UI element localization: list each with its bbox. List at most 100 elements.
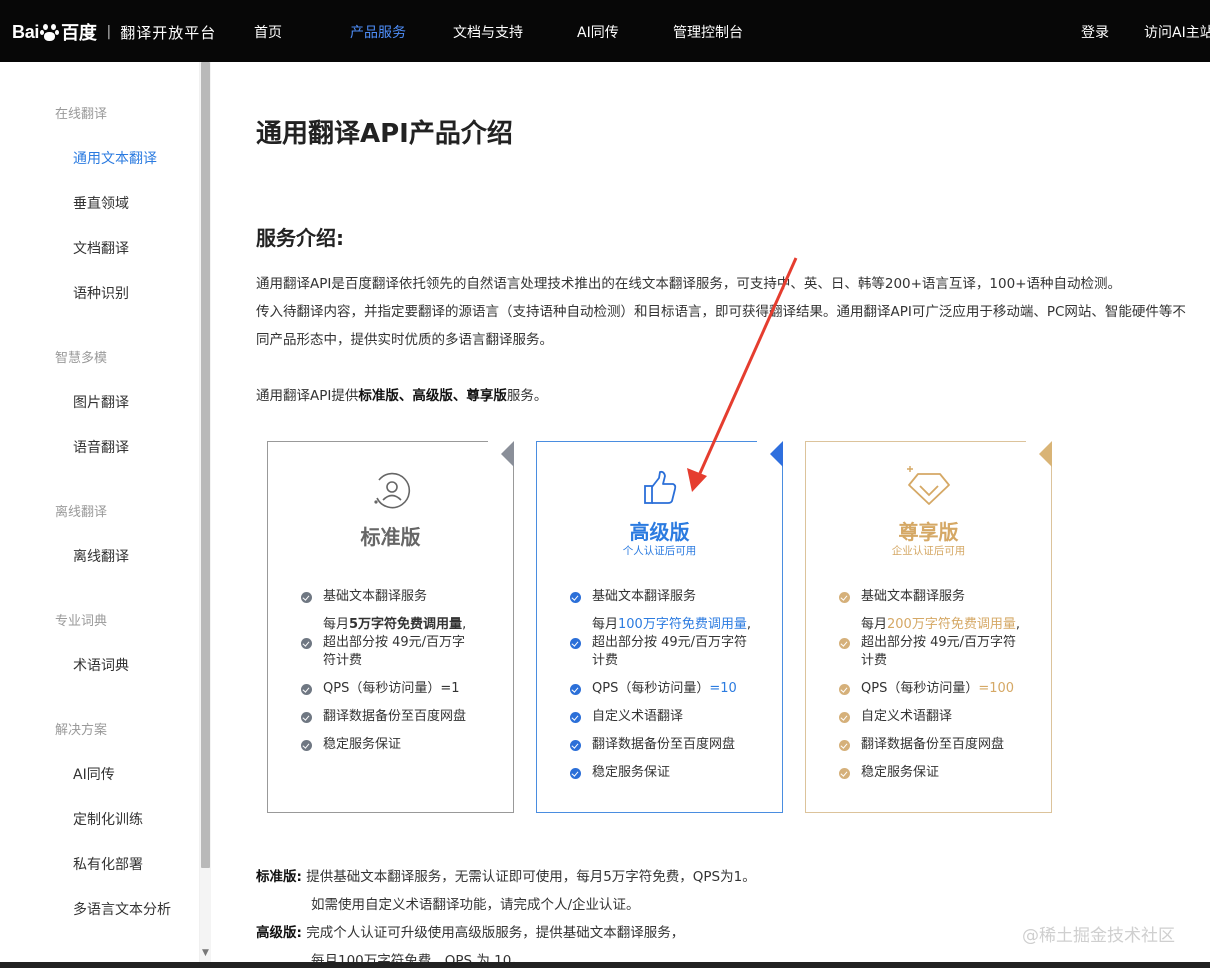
sidebar-group-dictionary: 专业词典	[55, 614, 108, 629]
feature-text: 稳定服务保证	[861, 765, 940, 780]
scroll-down-arrow-icon[interactable]: ▼	[200, 948, 211, 960]
page-title: 通用翻译API产品介绍	[256, 119, 513, 149]
card-corner-fold	[757, 441, 783, 467]
check-icon	[301, 740, 312, 751]
feature-text: 超出部分按 49元/百万字	[323, 635, 466, 650]
nav-home[interactable]: 首页	[254, 22, 282, 42]
check-icon	[570, 712, 581, 723]
standard-edition-card[interactable]: 标准版 基础文本翻译服务 每月5万字符免费调用量, 超出部分按 49元/百万字 符计…	[267, 441, 514, 813]
sidebar-item-image[interactable]: 图片翻译	[73, 392, 129, 412]
feature-item: 翻译数据备份至百度网盘	[836, 736, 1026, 754]
nav-docs[interactable]: 文档与支持	[453, 22, 523, 42]
feature-highlight: 200万字符免费调用量	[887, 617, 1016, 632]
advanced-edition-card[interactable]: 高级版 个人认证后可用 基础文本翻译服务 每月100万字符免费调用量, 超出部分按…	[536, 441, 783, 813]
feature-text: ,	[746, 617, 751, 632]
feature-item: 每月5万字符免费调用量, 超出部分按 49元/百万字 符计费	[298, 616, 488, 670]
window-bottom-edge	[0, 962, 1210, 968]
advanced-description: 高级版: 完成个人认证可升级使用高级版服务，提供基础文本翻译服务，	[256, 921, 684, 941]
brand[interactable]: Bai 百度 | 翻译开放平台	[12, 19, 216, 45]
check-icon	[301, 638, 312, 649]
feature-highlight: 100万字符免费调用量	[618, 617, 747, 632]
baidu-logo[interactable]: Bai 百度	[12, 19, 97, 45]
feature-text: 每月	[592, 617, 619, 632]
feature-text: 基础文本翻译服务	[323, 589, 428, 604]
nav-console[interactable]: 管理控制台	[673, 22, 743, 42]
card-subtitle: 企业认证后可用	[891, 545, 966, 557]
sidebar-item-private-deploy[interactable]: 私有化部署	[73, 854, 143, 874]
check-icon	[301, 684, 312, 695]
feature-text: 自定义术语翻译	[592, 709, 684, 724]
sidebar-item-language-detect[interactable]: 语种识别	[73, 283, 129, 303]
feature-item: 自定义术语翻译	[836, 708, 1026, 726]
feature-value: =100	[978, 681, 1015, 696]
check-icon	[839, 768, 850, 779]
feature-text: 每月	[861, 617, 888, 632]
intro-paragraph-1: 通用翻译API是百度翻译依托领先的自然语言处理技术推出的在线文本翻译服务，可支持…	[256, 276, 1122, 292]
feature-text: QPS（每秒访问量）	[861, 681, 979, 696]
intro-paragraph-2: 传入待翻译内容，并指定要翻译的源语言（支持语种自动检测）和目标语言，即可获得翻译…	[256, 304, 1186, 320]
sidebar-group-solutions: 解决方案	[55, 723, 108, 738]
check-icon	[839, 740, 850, 751]
sidebar-group-offline: 离线翻译	[55, 505, 108, 520]
standard-label: 标准版:	[256, 869, 302, 885]
sidebar-group-multimodal: 智慧多模	[55, 351, 108, 366]
feature-item: 翻译数据备份至百度网盘	[567, 736, 757, 754]
platform-name[interactable]: 翻译开放平台	[120, 22, 216, 43]
sidebar-item-text-analysis[interactable]: 多语言文本分析	[73, 899, 171, 919]
feature-text: QPS（每秒访问量）	[592, 681, 710, 696]
sidebar-item-terminology[interactable]: 术语词典	[73, 655, 129, 675]
check-icon	[570, 768, 581, 779]
feature-item: 每月200万字符免费调用量, 超出部分按 49元/百万字符 计费	[836, 616, 1026, 670]
login-link[interactable]: 登录	[1081, 22, 1109, 42]
editions-names: 标准版、高级版、尊享版	[358, 388, 507, 404]
check-icon	[570, 638, 581, 649]
sidebar: 在线翻译 通用文本翻译 垂直领域 文档翻译 语种识别 智慧多模 图片翻译 语音翻…	[0, 62, 200, 968]
sidebar-scrollbar-thumb[interactable]	[201, 62, 210, 868]
visit-ai-site-link[interactable]: 访问AI主站	[1144, 22, 1210, 42]
sidebar-item-general-text[interactable]: 通用文本翻译	[73, 148, 157, 168]
feature-item: QPS（每秒访问量）=10	[567, 680, 757, 698]
feature-text: 自定义术语翻译	[861, 709, 953, 724]
feature-list: 基础文本翻译服务 每月100万字符免费调用量, 超出部分按 49元/百万字符 计费 …	[567, 588, 757, 782]
feature-item: 稳定服务保证	[567, 764, 757, 782]
top-nav-bar: Bai 百度 | 翻译开放平台 首页 产品服务 文档与支持 AI同传 管理控制台…	[0, 0, 1210, 62]
nav-ai-interpretation[interactable]: AI同传	[577, 22, 619, 42]
feature-item: 基础文本翻译服务	[298, 588, 488, 606]
feature-item: 自定义术语翻译	[567, 708, 757, 726]
diamond-icon	[806, 464, 1051, 512]
feature-item: 基础文本翻译服务	[836, 588, 1026, 606]
sidebar-item-speech[interactable]: 语音翻译	[73, 437, 129, 457]
intro-paragraph-3: 同产品形态中，提供实时优质的多语言翻译服务。	[256, 332, 553, 348]
sidebar-item-ai-interpretation[interactable]: AI同传	[73, 764, 115, 784]
feature-value: =1	[440, 681, 460, 696]
logo-text-baidu: 百度	[61, 23, 97, 43]
sidebar-item-document[interactable]: 文档翻译	[73, 238, 129, 258]
check-icon	[301, 592, 312, 603]
card-corner-fold	[488, 441, 514, 467]
thumbs-up-icon	[537, 468, 782, 512]
check-icon	[839, 592, 850, 603]
editions-prefix: 通用翻译API提供	[256, 388, 359, 404]
paw-icon	[40, 22, 60, 42]
check-icon	[570, 740, 581, 751]
nav-products[interactable]: 产品服务	[350, 22, 406, 42]
feature-text: ,	[1015, 617, 1020, 632]
card-title: 高级版	[629, 520, 690, 544]
sidebar-item-offline[interactable]: 离线翻译	[73, 546, 129, 566]
feature-text: 超出部分按 49元/百万字符	[861, 635, 1017, 650]
advanced-label: 高级版:	[256, 925, 302, 941]
advanced-text: 完成个人认证可升级使用高级版服务，提供基础文本翻译服务，	[306, 925, 685, 941]
sidebar-item-custom-training[interactable]: 定制化训练	[73, 809, 143, 829]
brand-separator: |	[106, 24, 112, 40]
sidebar-item-vertical[interactable]: 垂直领域	[73, 193, 129, 213]
feature-text: 稳定服务保证	[592, 765, 671, 780]
feature-text: 基础文本翻译服务	[592, 589, 697, 604]
section-title: 服务介绍:	[256, 226, 344, 250]
feature-item: QPS（每秒访问量）=100	[836, 680, 1026, 698]
feature-highlight: 5万字符免费调用量	[349, 617, 463, 632]
feature-text: 符计费	[323, 653, 363, 668]
premium-edition-card[interactable]: 尊享版 企业认证后可用 基础文本翻译服务 每月200万字符免费调用量, 超出部分按…	[805, 441, 1052, 813]
standard-description-2: 如需使用自定义术语翻译功能，请完成个人/企业认证。	[311, 897, 640, 913]
feature-text: 超出部分按 49元/百万字符	[592, 635, 748, 650]
standard-description: 标准版: 提供基础文本翻译服务，无需认证即可使用，每月5万字符免费，QPS为1。	[256, 865, 756, 885]
